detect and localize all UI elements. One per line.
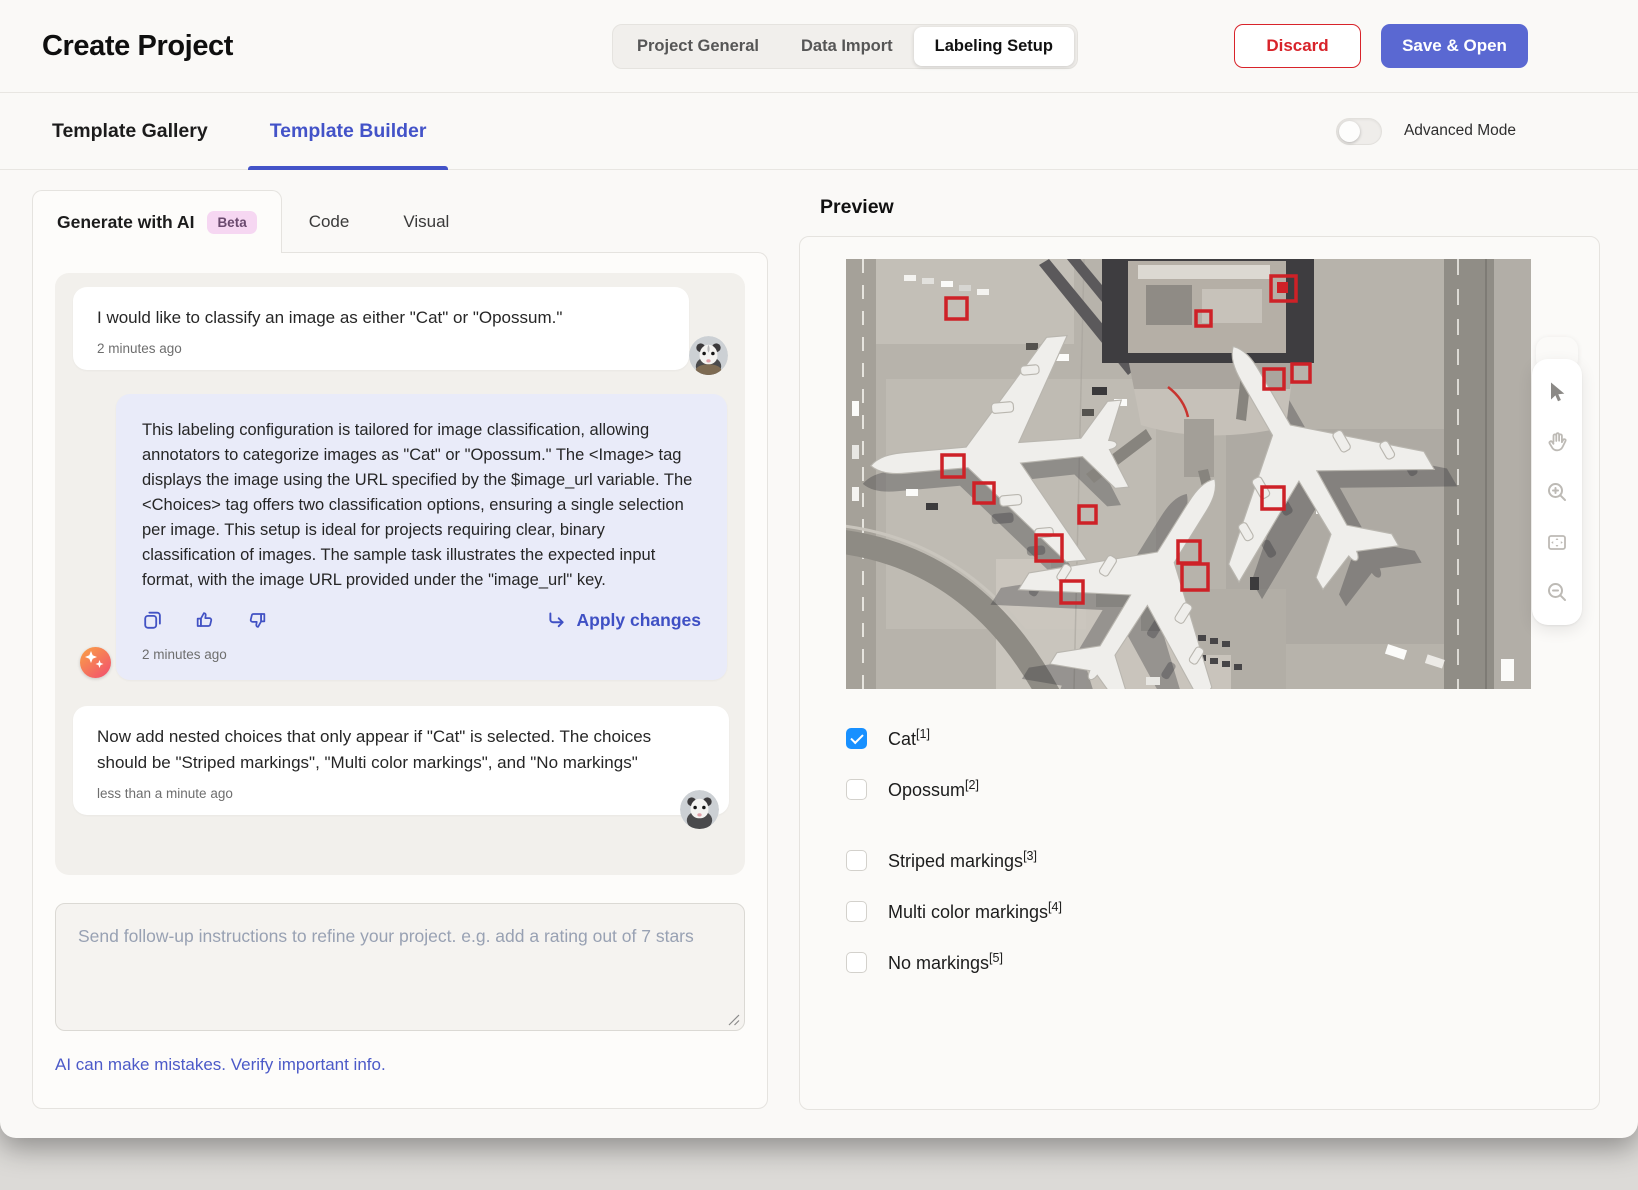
discard-button[interactable]: Discard [1234, 24, 1361, 68]
ai-message-actions: Apply changes [142, 609, 701, 631]
tab-labeling-setup[interactable]: Labeling Setup [914, 27, 1074, 66]
user-message-text: I would like to classify an image as eit… [97, 305, 665, 331]
zoom-in-icon [1545, 480, 1569, 504]
opossum-avatar-image [680, 790, 719, 829]
thumbs-up-icon [194, 609, 216, 631]
apply-changes-button[interactable]: Apply changes [546, 610, 701, 631]
chat-history[interactable]: I would like to classify an image as eit… [55, 273, 745, 875]
advanced-mode-toggle[interactable] [1336, 118, 1382, 145]
generate-ai-card: I would like to classify an image as eit… [32, 252, 768, 1109]
ai-message-text: This labeling configuration is tailored … [142, 418, 701, 593]
choice-label: Cat[1] [888, 727, 930, 750]
zoom-out-button[interactable] [1545, 580, 1569, 604]
cursor-icon [1545, 380, 1569, 404]
apply-changes-arrow-icon [546, 610, 567, 631]
tab-template-gallery[interactable]: Template Gallery [52, 93, 208, 169]
create-project-modal: Create Project Project General Data Impo… [0, 0, 1638, 1138]
choice-label: No markings[5] [888, 951, 1003, 974]
choice-checkbox[interactable] [846, 779, 867, 800]
preview-image[interactable] [846, 259, 1531, 689]
copy-icon [142, 609, 164, 631]
builder-tabs: Generate with AI Beta Code Visual [32, 190, 768, 253]
apply-changes-label: Apply changes [577, 610, 701, 631]
choice-row[interactable]: Striped markings[3] [846, 845, 1599, 875]
main-content: Generate with AI Beta Code Visual I woul… [0, 170, 1638, 1110]
thumbs-down-button[interactable] [246, 609, 268, 631]
opossum-avatar-image [689, 336, 728, 375]
ai-message: This labeling configuration is tailored … [116, 394, 727, 680]
thumbs-down-icon [246, 609, 268, 631]
ai-disclaimer: AI can make mistakes. Verify important i… [55, 1055, 745, 1075]
choice-checkbox[interactable] [846, 850, 867, 871]
choices-list: Cat[1] Opossum[2] Striped markings[3] Mu… [846, 723, 1599, 977]
step-tabs: Project General Data Import Labeling Set… [612, 24, 1078, 69]
user-message: Now add nested choices that only appear … [73, 706, 729, 815]
message-timestamp: 2 minutes ago [142, 647, 701, 662]
template-tabs-row: Template Gallery Template Builder Advanc… [0, 93, 1638, 170]
generate-tab-label: Generate with AI [57, 212, 194, 233]
template-builder-panel: Generate with AI Beta Code Visual I woul… [32, 190, 768, 1109]
choice-label: Opossum[2] [888, 778, 979, 801]
user-avatar [680, 790, 719, 829]
tab-generate-with-ai[interactable]: Generate with AI Beta [32, 190, 282, 253]
choice-checkbox[interactable] [846, 728, 867, 749]
image-toolbar [1532, 359, 1582, 625]
page-title: Create Project [42, 30, 233, 63]
tab-data-import[interactable]: Data Import [780, 27, 914, 66]
preview-panel: Preview [799, 190, 1600, 1110]
user-message-text: Now add nested choices that only appear … [97, 724, 705, 776]
copy-button[interactable] [142, 609, 164, 631]
choice-row[interactable]: Multi color markings[4] [846, 896, 1599, 926]
ai-avatar [80, 647, 111, 678]
toggle-knob [1339, 121, 1360, 142]
zoom-in-button[interactable] [1545, 480, 1569, 504]
choice-label: Striped markings[3] [888, 849, 1037, 872]
preview-title: Preview [820, 196, 1600, 219]
tab-code[interactable]: Code [282, 190, 377, 253]
choice-row[interactable]: Opossum[2] [846, 774, 1599, 804]
tab-project-general[interactable]: Project General [616, 27, 780, 66]
user-message: I would like to classify an image as eit… [73, 287, 689, 370]
fit-screen-icon [1545, 530, 1569, 554]
pan-tool-button[interactable] [1545, 430, 1569, 454]
message-timestamp: less than a minute ago [97, 786, 705, 801]
tab-template-builder[interactable]: Template Builder [270, 93, 427, 169]
resize-handle-icon[interactable] [728, 1014, 740, 1026]
hand-icon [1545, 430, 1569, 454]
header-actions: Discard Save & Open [1234, 24, 1528, 68]
tab-visual[interactable]: Visual [376, 190, 476, 253]
save-open-button[interactable]: Save & Open [1381, 24, 1528, 68]
advanced-mode-label: Advanced Mode [1404, 122, 1516, 140]
sparkles-icon [80, 647, 111, 678]
cursor-tool-button[interactable] [1545, 380, 1569, 404]
preview-card: Cat[1] Opossum[2] Striped markings[3] Mu… [799, 236, 1600, 1110]
zoom-out-icon [1545, 580, 1569, 604]
advanced-mode-control: Advanced Mode [1336, 118, 1516, 145]
followup-input-wrap [55, 903, 745, 1031]
choice-row[interactable]: Cat[1] [846, 723, 1599, 753]
message-timestamp: 2 minutes ago [97, 341, 665, 356]
beta-badge: Beta [207, 211, 256, 234]
choice-checkbox[interactable] [846, 952, 867, 973]
followup-input[interactable] [55, 903, 745, 1031]
choice-label: Multi color markings[4] [888, 900, 1062, 923]
header: Create Project Project General Data Impo… [0, 0, 1638, 93]
fit-screen-button[interactable] [1545, 530, 1569, 554]
choice-row[interactable]: No markings[5] [846, 947, 1599, 977]
thumbs-up-button[interactable] [194, 609, 216, 631]
choice-checkbox[interactable] [846, 901, 867, 922]
user-avatar [689, 336, 728, 375]
